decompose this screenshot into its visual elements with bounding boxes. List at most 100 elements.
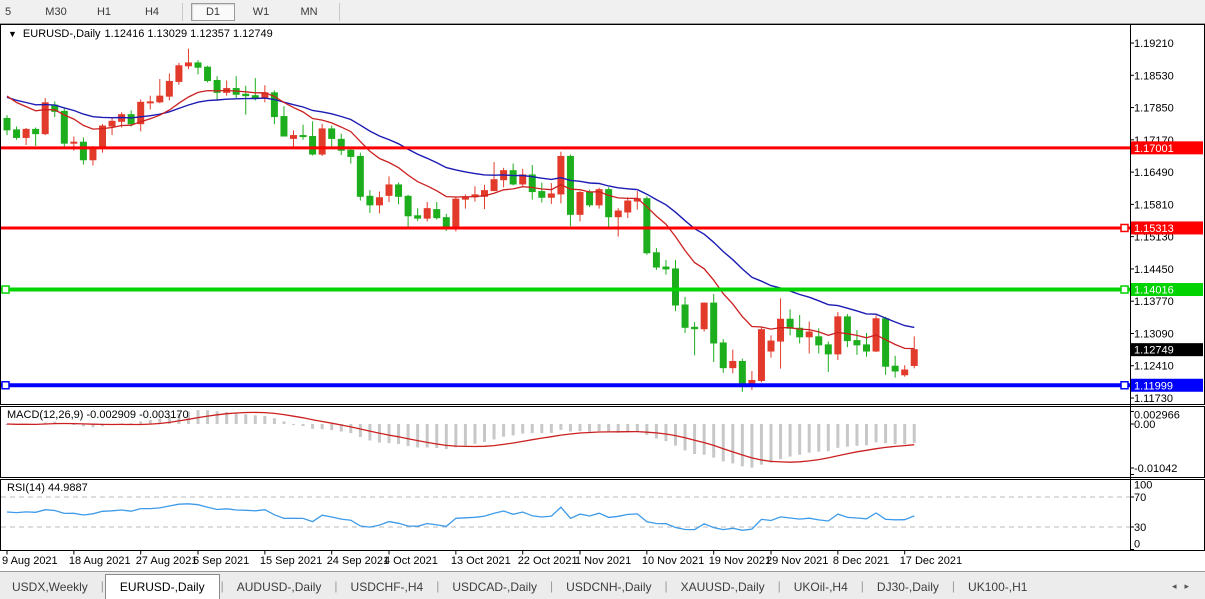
candle [205,67,211,80]
candle [42,103,48,134]
candle [195,63,201,67]
current-price-tag: 1.12749 [1131,343,1203,357]
candle [539,192,545,198]
candle [625,201,631,212]
candle [711,303,717,343]
candle [673,269,679,305]
candle [653,253,659,267]
candle [701,303,707,329]
svg-text:1.17001: 1.17001 [1134,143,1174,155]
candle [396,185,402,196]
candle [33,129,39,133]
candle [730,361,736,367]
candle [816,337,822,345]
candle [615,211,621,217]
candle [567,156,573,214]
candle [157,96,163,102]
candle [787,319,793,328]
candles-series [4,49,917,392]
candle [71,142,77,143]
candle [548,194,554,197]
candle [558,156,564,193]
svg-text:13 Oct 2021: 13 Oct 2021 [451,555,511,567]
candle [739,361,745,385]
rsi-panel: 10070300 [1,475,1152,551]
svg-text:1.11730: 1.11730 [1134,393,1173,405]
candle [844,317,850,341]
svg-text:1.12410: 1.12410 [1134,361,1174,373]
rsi-name: RSI(14) [7,482,45,494]
ma-fast-line [7,91,914,349]
candle [835,317,841,354]
candle [415,216,421,218]
candle [166,81,172,96]
price-level-tag: 1.17001 [1131,141,1203,155]
chart-canvas[interactable]: 1.192101.185301.178501.171701.164901.158… [0,0,1205,599]
candle [243,94,249,95]
rsi-indicator-label: RSI(14) 44.9887 [7,482,88,494]
svg-text:18 Aug 2021: 18 Aug 2021 [69,555,131,567]
candle [376,198,382,205]
candle [310,137,316,155]
svg-text:30: 30 [1134,522,1146,534]
candle [23,129,29,137]
svg-text:1.14016: 1.14016 [1134,285,1174,297]
svg-text:1.14450: 1.14450 [1134,264,1174,276]
candle [128,115,134,124]
candle [825,345,831,354]
date-axis: 9 Aug 202118 Aug 202127 Aug 20216 Sep 20… [2,551,962,568]
candle [692,327,698,328]
candle [329,129,335,138]
candle [453,199,459,228]
candle [90,149,96,159]
svg-text:1.12749: 1.12749 [1134,345,1174,357]
trading-terminal-window: { "toolbar": { "timeframes": [ {"label":… [0,0,1205,599]
macd-values: -0.002909 -0.003170 [86,409,188,421]
candle [902,370,908,375]
candle [911,350,917,366]
svg-text:1.13770: 1.13770 [1134,296,1174,308]
candle [682,305,688,327]
price-level-tag: 1.11999 [1131,379,1203,393]
svg-text:4 Oct 2021: 4 Oct 2021 [384,555,438,567]
candle [300,136,306,137]
svg-text:0: 0 [1134,539,1140,551]
candle [348,150,354,156]
candle [720,343,726,368]
candle [892,366,898,371]
svg-text:9 Aug 2021: 9 Aug 2021 [2,555,58,567]
candle [864,345,870,351]
svg-text:8 Dec 2021: 8 Dec 2021 [833,555,889,567]
candle [147,102,153,103]
macd-name: MACD(12,26,9) [7,409,83,421]
svg-text:1.17850: 1.17850 [1134,103,1174,115]
candle [491,180,497,191]
svg-text:1.19210: 1.19210 [1134,38,1174,50]
svg-text:1.16490: 1.16490 [1134,167,1174,179]
candle [291,136,297,139]
svg-text:1.18530: 1.18530 [1134,70,1174,82]
chart-dropdown-icon[interactable]: ▼ [8,29,17,39]
svg-text:1.13090: 1.13090 [1134,328,1174,340]
svg-text:15 Sep 2021: 15 Sep 2021 [260,555,322,567]
svg-text:27 Aug 2021: 27 Aug 2021 [136,555,198,567]
svg-text:17 Dec 2021: 17 Dec 2021 [900,555,962,567]
svg-text:19 Nov 2021: 19 Nov 2021 [709,555,771,567]
chart-ohlc-values: 1.12416 1.13029 1.12357 1.12749 [105,28,273,40]
chart-title: EURUSD-,Daily [23,28,101,40]
svg-text:24 Sep 2021: 24 Sep 2021 [327,555,389,567]
svg-text:70: 70 [1134,492,1146,504]
candle [883,319,889,366]
macd-indicator-label: MACD(12,26,9) -0.002909 -0.003170 [7,409,189,421]
svg-text:-0.01042: -0.01042 [1134,463,1177,475]
svg-text:1.15313: 1.15313 [1134,223,1174,235]
candle [386,185,392,195]
chart-header: ▼ EURUSD-,Daily 1.12416 1.13029 1.12357 1.… [8,28,273,40]
svg-text:22 Oct 2021: 22 Oct 2021 [518,555,578,567]
candle [357,156,363,196]
price-level-tag: 1.14016 [1131,283,1203,297]
candle [768,341,774,351]
ma-slow-line [7,97,914,327]
candle [434,210,440,218]
candle [281,117,287,136]
